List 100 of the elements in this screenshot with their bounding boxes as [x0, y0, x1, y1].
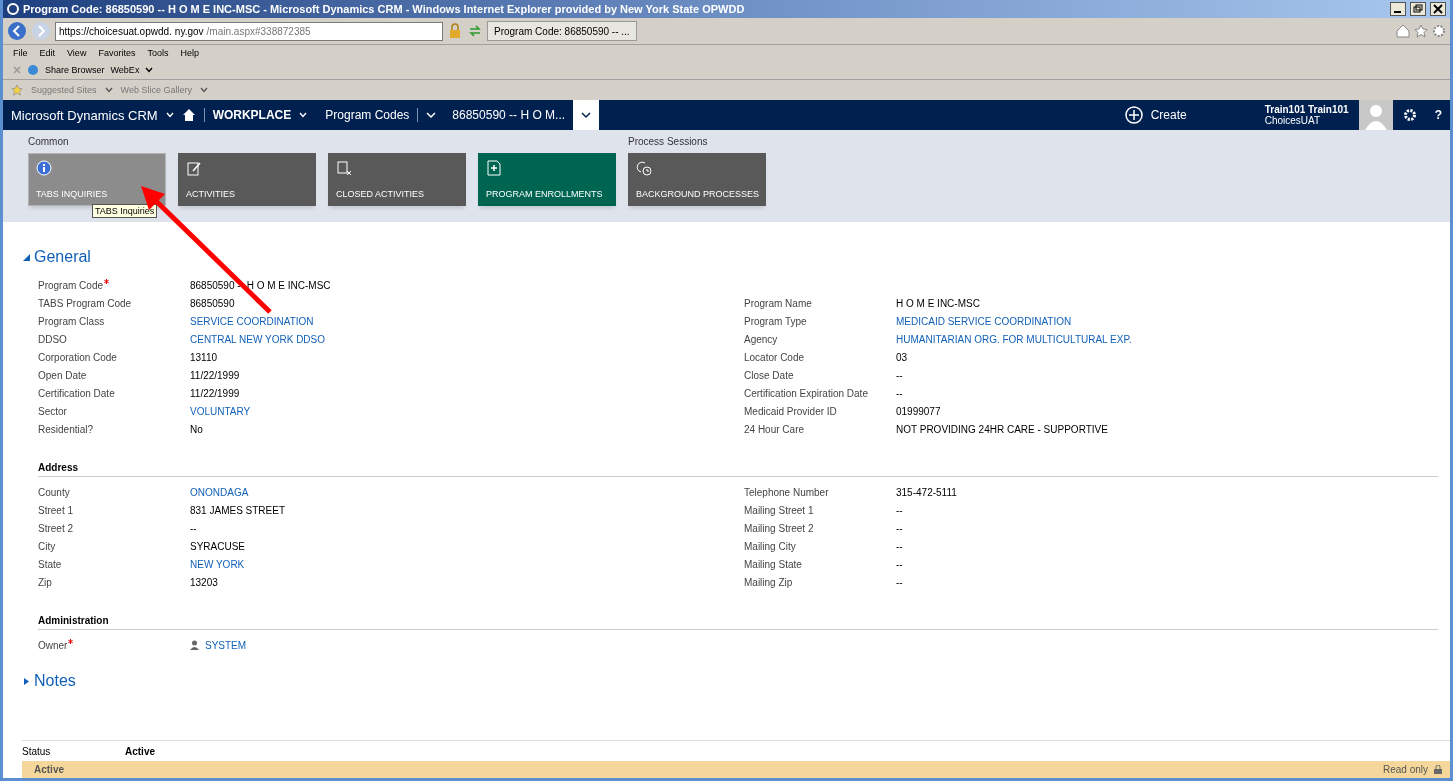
area-menu[interactable]: WORKPLACE — [204, 108, 300, 122]
help-button[interactable]: ? — [1426, 108, 1450, 122]
field-link[interactable]: ONONDAGA — [190, 483, 744, 501]
field-link[interactable]: HUMANITARIAN ORG. FOR MULTICULTURAL EXP. — [896, 330, 1438, 348]
field-value: -- — [896, 557, 904, 572]
app-menu[interactable]: Microsoft Dynamics CRM — [3, 107, 166, 123]
field-label: Sector — [38, 404, 68, 419]
field-label: Certification Expiration Date — [744, 386, 869, 401]
menu-item[interactable]: View — [67, 48, 87, 58]
field-label: Corporation Code — [38, 350, 118, 365]
caret-icon[interactable] — [145, 67, 154, 73]
field-link[interactable]: VOLUNTARY — [190, 402, 744, 420]
field-link[interactable]: CENTRAL NEW YORK DDSO — [190, 330, 744, 348]
field-label: Zip — [38, 575, 53, 590]
window-title: Program Code: 86850590 -- H O M E INC-MSC - Microsoft Dynamics CRM - Windows Internet Explorer provided by New York State OPWDD — [23, 3, 745, 15]
record-state: Active — [34, 764, 64, 775]
field-label: Locator Code — [744, 350, 806, 365]
field-value: -- — [896, 539, 904, 554]
field-label: Program Class — [38, 314, 106, 329]
favorites-star-icon[interactable] — [11, 84, 23, 96]
tooltip: TABS Inquiries — [92, 204, 158, 218]
star-icon[interactable] — [1414, 24, 1428, 38]
field-link[interactable]: NEW YORK — [190, 555, 744, 573]
section-heading: Address — [38, 462, 1438, 477]
document-plus-icon — [486, 160, 502, 176]
field-label: Close Date — [744, 368, 795, 383]
close-button[interactable] — [1430, 2, 1446, 16]
field-label: Telephone Number — [744, 485, 830, 500]
expand-caret-icon — [23, 677, 30, 685]
section-heading: Administration — [38, 615, 1438, 630]
field-value: 13110 — [190, 350, 219, 365]
field-label: Residential? — [38, 422, 95, 437]
field-label: DDSO — [38, 332, 68, 347]
create-button[interactable]: Create — [1142, 108, 1195, 122]
chevron-down-icon — [581, 111, 592, 119]
organization-name: ChoicesUAT — [1264, 115, 1322, 126]
refresh-clock-icon — [636, 160, 652, 176]
menu-item[interactable]: File — [13, 48, 28, 58]
field-link[interactable]: SYSTEM — [205, 639, 247, 651]
menu-item[interactable]: Favorites — [98, 48, 136, 58]
field-value: -- — [190, 521, 198, 536]
toolbar-button[interactable]: Share Browser — [45, 65, 105, 75]
menu-item[interactable]: Tools — [147, 48, 169, 58]
avatar-icon[interactable] — [1358, 100, 1393, 130]
field-label: TABS Program Code — [38, 296, 133, 311]
info-icon — [36, 160, 52, 176]
record-menu-button[interactable] — [573, 100, 600, 130]
entity-link[interactable]: Program Codes — [317, 108, 418, 122]
person-icon — [190, 640, 199, 650]
field-value: -- — [896, 368, 904, 383]
field-label: Mailing Street 2 — [744, 521, 815, 536]
ribbon-tile[interactable]: CLOSED ACTIVITIES — [328, 153, 466, 206]
field-label: Mailing State — [744, 557, 803, 572]
field-link[interactable]: SERVICE COORDINATION — [190, 312, 744, 330]
field-label: Medicaid Provider ID — [744, 404, 838, 419]
field-value: -- — [896, 521, 904, 536]
ribbon-tile[interactable]: BACKGROUND PROCESSES — [628, 153, 766, 206]
field-value: 13203 — [190, 575, 219, 590]
user-name: Train101 Train101 — [1264, 104, 1349, 115]
ribbon-tile[interactable]: ACTIVITIES — [178, 153, 316, 206]
menu-item[interactable]: Edit — [39, 48, 56, 58]
field-label: Agency — [744, 332, 779, 347]
field-label: Program Name — [744, 296, 813, 311]
field-value: 11/22/1999 — [190, 386, 241, 401]
field-label: Open Date — [38, 368, 88, 383]
menu-item[interactable]: Help — [180, 48, 199, 58]
field-label: Program Code — [38, 276, 190, 294]
back-button[interactable] — [7, 21, 27, 41]
restore-button[interactable] — [1410, 2, 1426, 16]
field-link[interactable]: MEDICAID SERVICE COORDINATION — [896, 312, 1438, 330]
field-label: Street 1 — [38, 503, 75, 518]
field-value: 03 — [896, 350, 909, 365]
field-value: 831 JAMES STREET — [190, 503, 287, 518]
field-label: Mailing City — [744, 539, 797, 554]
chevron-down-icon[interactable] — [165, 112, 174, 118]
plus-circle-icon[interactable] — [1124, 106, 1143, 124]
address-field[interactable]: https://choicesuat.opwdd. ny.gov /main.aspx#338872385 — [55, 21, 443, 41]
chevron-down-icon[interactable] — [299, 112, 308, 118]
field-label: State — [38, 557, 63, 572]
minimize-button[interactable] — [1390, 2, 1406, 16]
toolbar-button[interactable]: WebEx — [110, 65, 140, 75]
globe-icon — [27, 64, 39, 76]
field-label: City — [38, 539, 57, 554]
record-link[interactable]: 86850590 -- H O M... — [444, 108, 574, 122]
status-label: Status — [22, 745, 52, 757]
ribbon-tile[interactable]: PROGRAM ENROLLMENTS — [478, 153, 616, 206]
browser-tab[interactable]: Program Code: 86850590 -- ... — [487, 21, 637, 41]
section-toggle[interactable]: General — [23, 244, 1438, 270]
field-value: 315-472-5111 — [896, 485, 958, 500]
collapse-caret-icon — [23, 253, 30, 261]
home-icon[interactable] — [181, 109, 196, 121]
field-label: Certification Date — [38, 386, 116, 401]
field-value: -- — [896, 575, 904, 590]
chevron-down-icon[interactable] — [426, 111, 437, 119]
status-value: Active — [125, 745, 155, 757]
field-label: Street 2 — [38, 521, 75, 536]
field-value: -- — [896, 503, 904, 518]
section-toggle[interactable]: Notes — [23, 668, 1438, 694]
field-value: 86850590 -- H O M E INC-MSC — [190, 278, 332, 293]
browser-logo-icon — [7, 3, 19, 15]
